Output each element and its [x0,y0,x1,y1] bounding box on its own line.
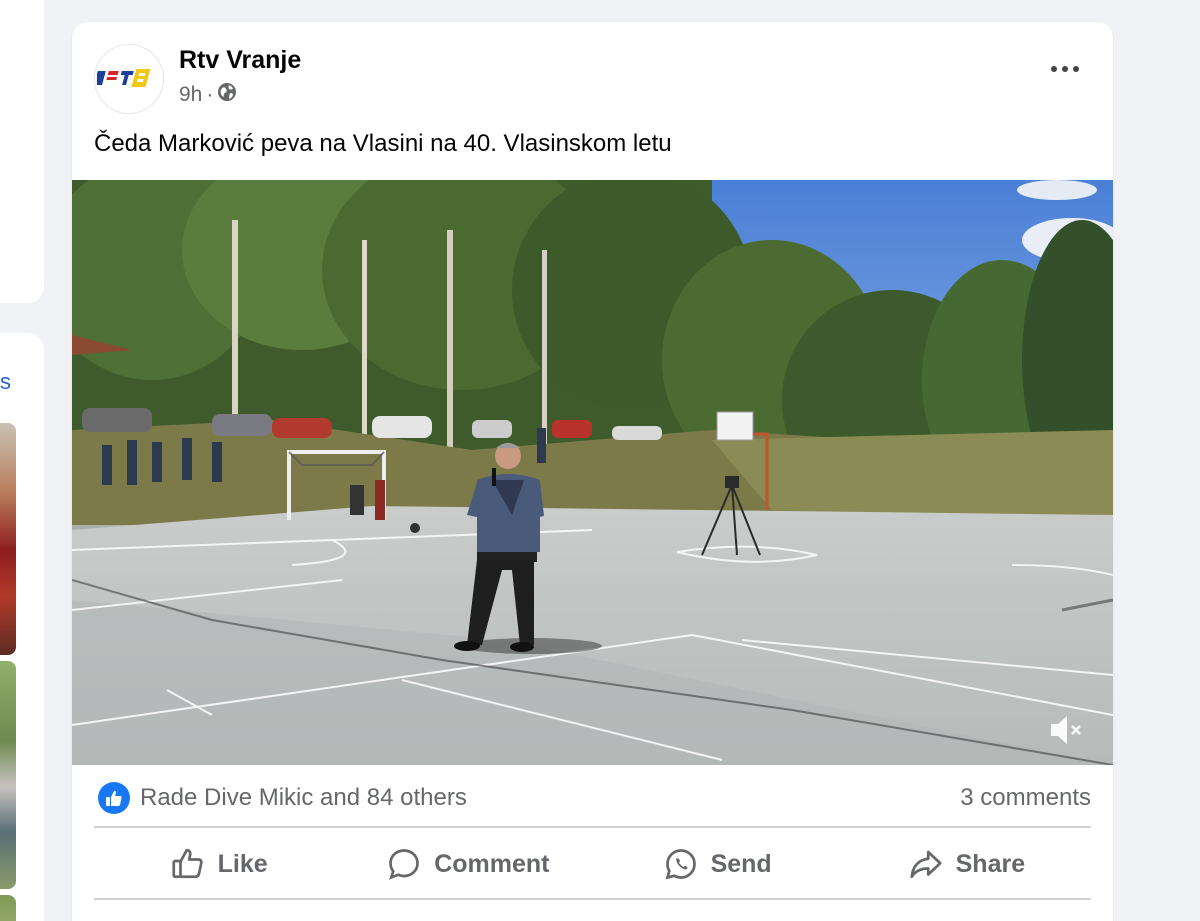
sidebar-thumbnail[interactable] [0,895,16,921]
sidebar-thumbnail[interactable] [0,423,16,655]
thumbs-up-icon [172,849,203,879]
mute-toggle[interactable] [1047,710,1087,755]
globe-icon [217,82,237,108]
comments-count[interactable]: 3 comments [960,784,1091,812]
page-avatar[interactable] [94,44,164,114]
speaker-muted-icon [1051,716,1081,744]
post-caption: Čeda Marković peva na Vlasini na 40. Vla… [94,130,672,157]
sidebar-thumbnail[interactable] [0,661,16,889]
comment-button[interactable]: Comment [343,834,592,894]
sidebar-card-bottom: s [0,333,44,921]
post-meta: 9h · [179,82,237,108]
send-button[interactable]: Send [593,834,842,894]
sidebar-card-top [0,0,44,303]
rtv-logo [97,69,151,87]
comment-label: Comment [434,849,550,878]
divider [94,898,1091,900]
share-button[interactable]: Share [842,834,1091,894]
whatsapp-icon [665,849,696,880]
sidebar-see-all-link[interactable]: s [0,369,11,395]
video-frame [72,180,1113,765]
comment-bubble-icon [389,849,420,880]
like-reaction-icon [98,782,130,814]
divider [94,826,1091,828]
like-label: Like [217,849,268,878]
meta-separator: · [206,83,214,106]
send-label: Send [710,849,772,878]
post-action-bar: Like Comment Send Share [94,834,1091,894]
post-author[interactable]: Rtv Vranje [179,46,301,75]
video-player[interactable] [72,180,1113,765]
share-label: Share [955,849,1026,878]
post-card: Rtv Vranje 9h · Čeda Marković peva na Vl… [72,22,1113,921]
reactions-summary[interactable]: Rade Dive Mikic and 84 others [98,782,467,814]
more-options-button[interactable] [1051,66,1079,72]
post-time[interactable]: 9h [179,83,202,107]
like-button[interactable]: Like [94,834,343,894]
share-arrow-icon [910,850,942,879]
reactions-text[interactable]: Rade Dive Mikic and 84 others [140,784,467,812]
